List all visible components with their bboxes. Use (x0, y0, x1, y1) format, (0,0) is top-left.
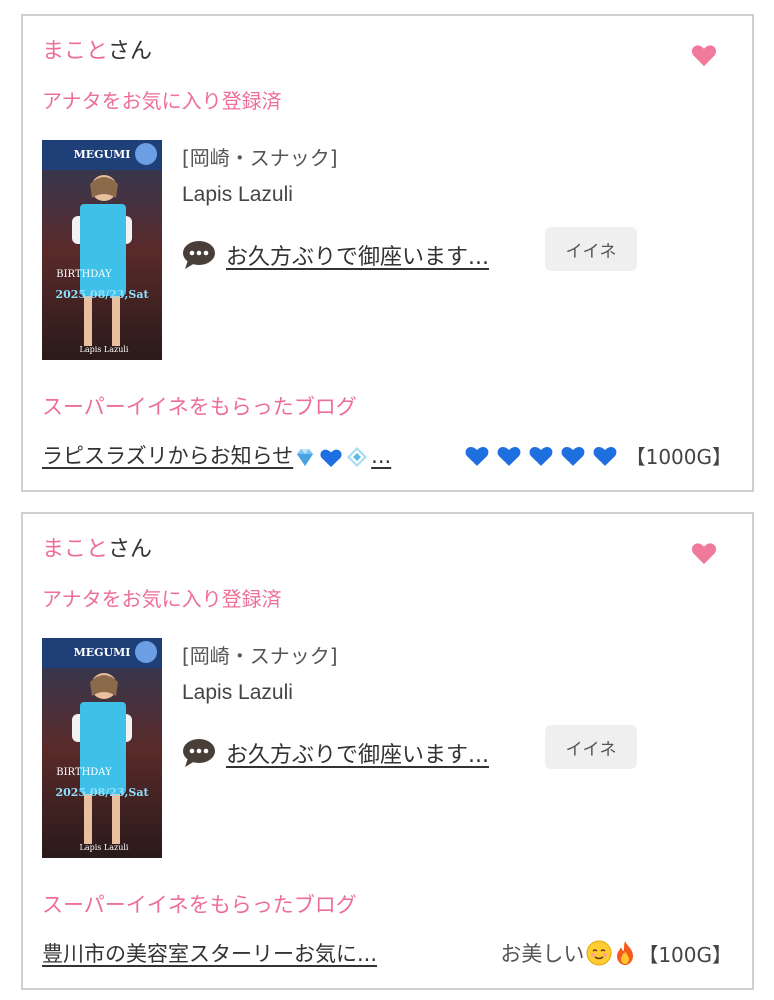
blog-reward: 【1000G】 (464, 440, 732, 470)
diamond-icon (347, 447, 368, 467)
message-link[interactable]: お久方ぶりで御座います... (226, 737, 489, 769)
blue-heart-icon (529, 446, 553, 466)
favorite-status: アナタをお気に入り登録済 (42, 587, 282, 611)
gem-icon (297, 449, 314, 466)
message-row: お久方ぶりで御座います... (182, 736, 489, 770)
blog-title-link[interactable]: ラピスラズリからお知らせ ... (42, 440, 391, 470)
thumb-date-text: 2025,08/23,Sat (55, 786, 149, 799)
speech-bubble-icon (183, 739, 215, 767)
user-name-link[interactable]: まこと (42, 39, 108, 64)
user-name-link[interactable]: まこと (42, 537, 108, 562)
thumb-shop-text: Lapis Lazuli (80, 345, 129, 354)
heart-icon[interactable] (690, 41, 718, 69)
shop-category: [岡崎・スナック] (182, 644, 338, 668)
thumb-event-text: BIRTHDAY (56, 767, 112, 778)
shop-thumbnail[interactable]: MEGUMI BIRTHDAY 2025,08/23,Sat Lapis Laz… (42, 638, 162, 858)
super-like-label: スーパーイイネをもらったブログ (42, 893, 357, 917)
notification-card: まことさん アナタをお気に入り登録済 MEGUMI BIRTHDAY 2025,… (21, 14, 754, 492)
blog-points: 【1000G】 (625, 444, 732, 469)
blog-reward: お美しい 【100G】 (500, 938, 732, 968)
blog-comment: お美しい (500, 942, 585, 966)
fire-icon (617, 941, 634, 965)
user-honorific: さん (108, 537, 153, 562)
thumb-event-text: BIRTHDAY (56, 269, 112, 280)
user-line: まことさん (42, 38, 152, 66)
speech-bubble-icon (183, 241, 215, 269)
blog-row: ラピスラズリからお知らせ ... 【1000G】 (42, 440, 732, 470)
notification-card: まことさん アナタをお気に入り登録済 MEGUMI BIRTHDAY 2025,… (21, 512, 754, 990)
blog-title-link[interactable]: 豊川市の美容室スターリーお気に... (42, 938, 377, 968)
shop-thumbnail[interactable]: MEGUMI BIRTHDAY 2025,08/23,Sat Lapis Laz… (42, 140, 162, 360)
thumb-top-text: MEGUMI (74, 646, 131, 659)
shop-category: [岡崎・スナック] (182, 146, 338, 170)
blog-points: 【100G】 (638, 942, 732, 967)
thumb-shop-text: Lapis Lazuli (80, 843, 129, 852)
favorite-status: アナタをお気に入り登録済 (42, 89, 282, 113)
smiling-face-icon (586, 940, 612, 966)
message-row: お久方ぶりで御座います... (182, 238, 489, 272)
thumb-top-text: MEGUMI (74, 148, 131, 161)
shop-name[interactable]: Lapis Lazuli (182, 181, 293, 209)
blog-row: 豊川市の美容室スターリーお気に... お美しい 【100G】 (42, 938, 732, 968)
blue-heart-icon (465, 446, 489, 466)
blue-heart-icon (593, 446, 617, 466)
blog-title-ellipsis: ... (371, 444, 392, 468)
thumb-date-text: 2025,08/23,Sat (55, 288, 149, 301)
user-line: まことさん (42, 536, 152, 564)
message-link[interactable]: お久方ぶりで御座います... (226, 239, 489, 271)
heart-icon[interactable] (690, 539, 718, 567)
like-button[interactable]: イイネ (545, 725, 637, 769)
shop-name[interactable]: Lapis Lazuli (182, 679, 293, 707)
like-button[interactable]: イイネ (545, 227, 637, 271)
blue-heart-icon (320, 449, 342, 467)
blue-heart-icon (561, 446, 585, 466)
user-honorific: さん (108, 39, 153, 64)
blue-heart-icon (497, 446, 521, 466)
blog-title-text: ラピスラズリからお知らせ (42, 444, 294, 468)
super-like-label: スーパーイイネをもらったブログ (42, 395, 357, 419)
